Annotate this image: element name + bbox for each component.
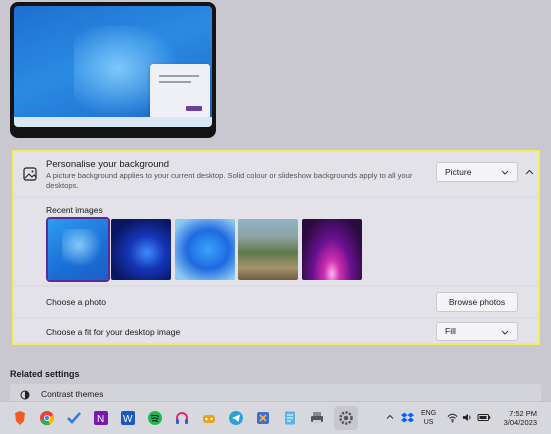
- chevron-up-icon[interactable]: [525, 168, 534, 177]
- fit-value: Fill: [445, 326, 456, 336]
- choose-fit-label: Choose a fit for your desktop image: [46, 327, 181, 337]
- clock-date: 3/04/2023: [503, 418, 537, 427]
- todo-checkmark-icon[interactable]: [66, 410, 82, 426]
- printer-icon[interactable]: [309, 410, 325, 426]
- background-settings-group: Personalise your background A picture ba…: [12, 150, 540, 345]
- recent-images-label: Recent images: [46, 205, 103, 215]
- browse-photos-button[interactable]: Browse photos: [436, 292, 518, 312]
- background-title: Personalise your background: [46, 159, 170, 170]
- choose-photo-row: Choose a photo Browse photos: [14, 287, 538, 317]
- telegram-icon[interactable]: [228, 410, 244, 426]
- choose-fit-row: Choose a fit for your desktop image Fill: [14, 319, 538, 343]
- settings-gear-icon[interactable]: [338, 410, 354, 426]
- chrome-icon[interactable]: [39, 410, 55, 426]
- brave-icon[interactable]: [12, 410, 28, 426]
- system-clock[interactable]: 7:52 PM 3/04/2023: [497, 409, 537, 427]
- picture-icon: [23, 167, 37, 181]
- background-type-dropdown[interactable]: Picture: [436, 162, 518, 182]
- preview-wallpaper: [14, 6, 212, 127]
- dropbox-icon[interactable]: [401, 411, 414, 424]
- svg-text:N: N: [97, 414, 104, 425]
- desktop-preview: [10, 2, 216, 138]
- wifi-icon[interactable]: [447, 412, 458, 423]
- preview-sample-window: [150, 64, 210, 119]
- battery-icon[interactable]: [477, 412, 491, 423]
- svg-text:W: W: [123, 414, 133, 425]
- region-code: US: [423, 419, 434, 426]
- personalise-background-header[interactable]: Personalise your background A picture ba…: [14, 152, 538, 196]
- recent-image-5[interactable]: [302, 219, 362, 280]
- chevron-down-icon: [501, 330, 509, 335]
- recent-image-1[interactable]: [46, 217, 110, 282]
- choose-photo-label: Choose a photo: [46, 297, 107, 307]
- recent-image-2[interactable]: [111, 219, 171, 280]
- recent-image-4[interactable]: [238, 219, 298, 280]
- background-subtitle: A picture background applies to your cur…: [46, 171, 413, 190]
- chevron-down-icon: [501, 170, 509, 175]
- game-bar-icon[interactable]: [201, 410, 217, 426]
- clock-time: 7:52 PM: [509, 409, 537, 418]
- contrast-icon: [20, 390, 30, 400]
- snipping-tool-icon[interactable]: [255, 410, 271, 426]
- word-icon[interactable]: W: [120, 410, 136, 426]
- recent-images-section: Recent images: [14, 198, 538, 285]
- input-language-indicator[interactable]: ENG US: [421, 409, 436, 427]
- preview-taskbar: [14, 117, 212, 127]
- background-type-value: Picture: [445, 167, 472, 177]
- spotify-icon[interactable]: [147, 410, 163, 426]
- onenote-icon[interactable]: N: [93, 410, 109, 426]
- headphones-icon[interactable]: [174, 410, 190, 426]
- language-code: ENG: [421, 410, 437, 417]
- recent-image-3[interactable]: [175, 219, 235, 280]
- related-settings-heading: Related settings: [10, 369, 80, 379]
- volume-icon[interactable]: [462, 412, 473, 423]
- fit-dropdown[interactable]: Fill: [436, 322, 518, 341]
- taskbar: N W ENG US 7:52 PM 3/04/2023: [0, 401, 551, 434]
- notepad-icon[interactable]: [282, 410, 298, 426]
- contrast-themes-label: Contrast themes: [41, 389, 104, 399]
- show-hidden-icons-chevron[interactable]: [385, 412, 395, 422]
